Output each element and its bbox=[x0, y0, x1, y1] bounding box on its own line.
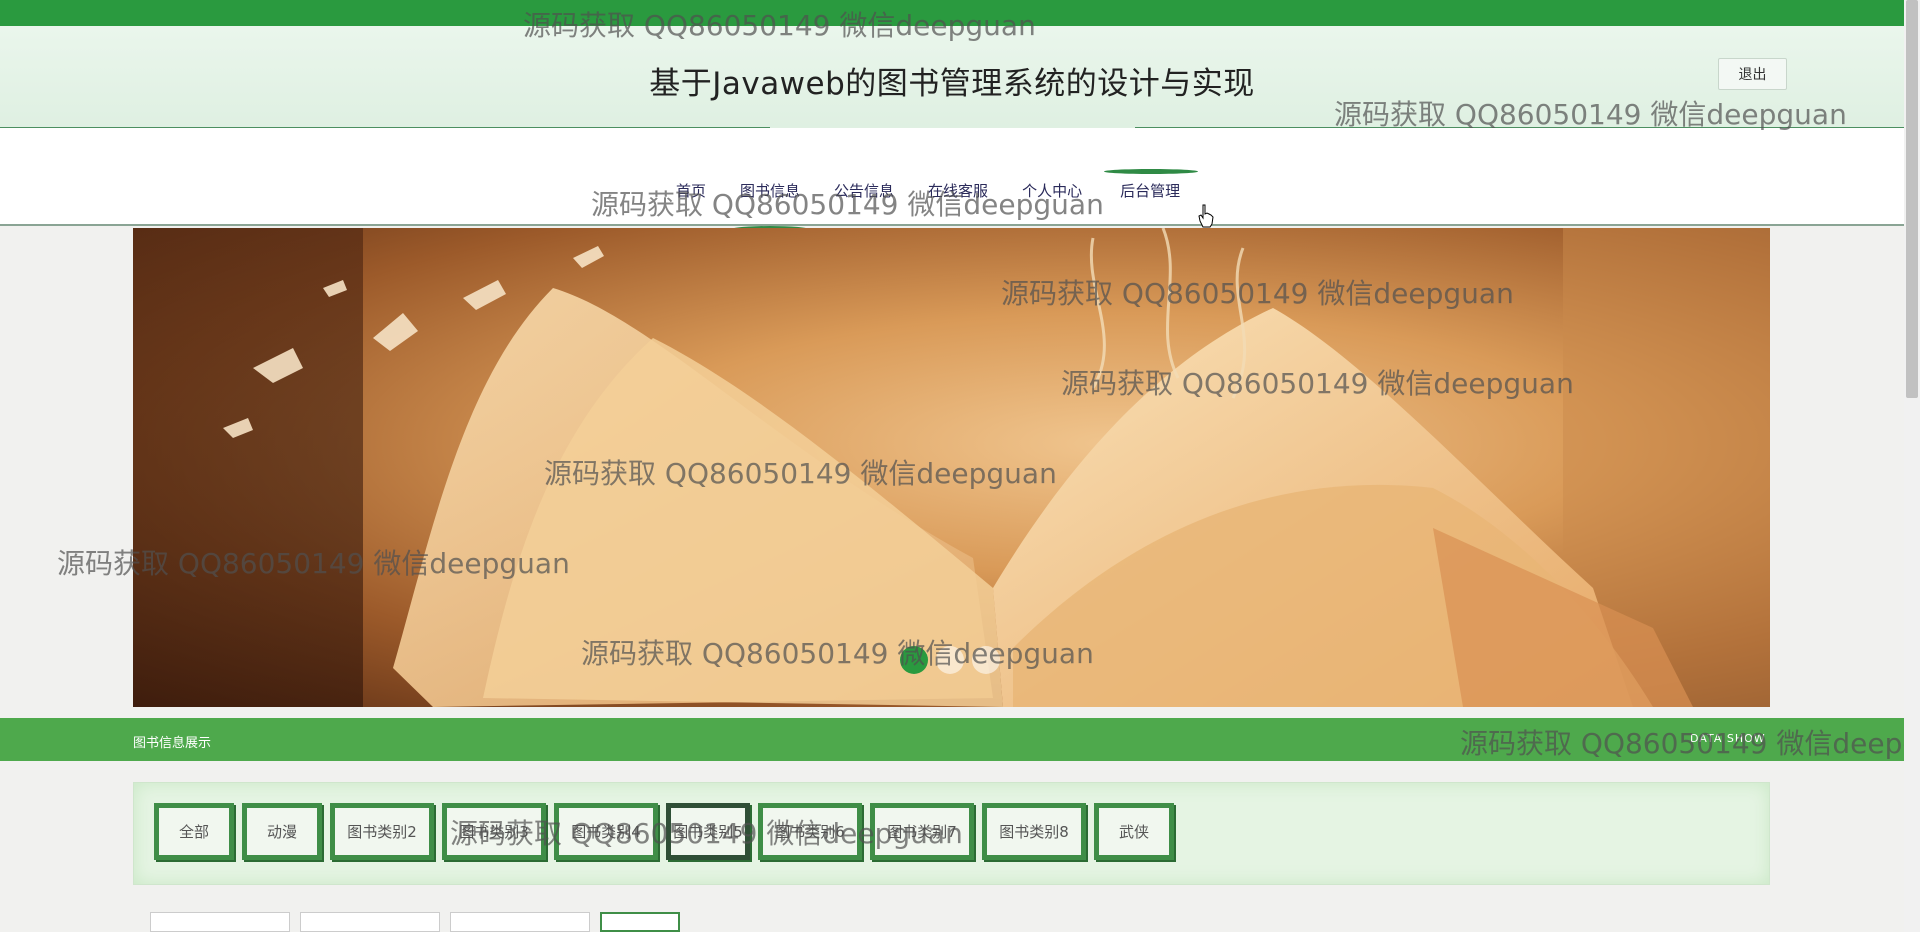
section-header-bar: 图书信息展示 DATA SHOW bbox=[0, 718, 1904, 761]
search-field-2[interactable] bbox=[300, 912, 440, 932]
nav-item-online-service[interactable]: 在线客服 bbox=[928, 180, 988, 201]
nav-item-home[interactable]: 首页 bbox=[676, 180, 706, 201]
category-filter-panel: 全部 动漫 图书类别2 图书类别3 图书类别4 图书类别5 图书类别6 图书类别… bbox=[133, 782, 1770, 885]
nav-item-user-center[interactable]: 个人中心 bbox=[1022, 180, 1082, 201]
category-button[interactable]: 图书类别2 bbox=[330, 803, 434, 860]
nav-item-book-info[interactable]: 图书信息 bbox=[732, 180, 809, 232]
hero-banner[interactable] bbox=[133, 228, 1770, 707]
carousel-dot-3[interactable] bbox=[972, 646, 1000, 674]
nav-item-announcements[interactable]: 公告信息 bbox=[834, 180, 894, 201]
category-button[interactable]: 图书类别6 bbox=[758, 803, 862, 860]
search-field-1[interactable] bbox=[150, 912, 290, 932]
main-nav: 首页 图书信息 公告信息 在线客服 个人中心 后台管理 bbox=[0, 128, 1904, 232]
nav-menu: 首页 图书信息 公告信息 在线客服 个人中心 后台管理 bbox=[676, 169, 1199, 232]
category-button-all[interactable]: 全部 bbox=[154, 803, 234, 860]
section-subtitle: DATA SHOW bbox=[1690, 732, 1766, 745]
carousel-dots bbox=[900, 646, 1000, 674]
category-button[interactable]: 图书类别8 bbox=[982, 803, 1086, 860]
category-list: 全部 动漫 图书类别2 图书类别3 图书类别4 图书类别5 图书类别6 图书类别… bbox=[154, 803, 1174, 860]
nav-item-admin[interactable]: 后台管理 bbox=[1104, 169, 1199, 201]
category-button[interactable]: 图书类别3 bbox=[442, 803, 546, 860]
category-button[interactable]: 武侠 bbox=[1094, 803, 1174, 860]
logout-button[interactable]: 退出 bbox=[1718, 58, 1787, 90]
category-button[interactable]: 动漫 bbox=[242, 803, 322, 860]
category-button[interactable]: 图书类别4 bbox=[554, 803, 658, 860]
category-button[interactable]: 图书类别7 bbox=[870, 803, 974, 860]
top-accent-bar bbox=[0, 0, 1904, 26]
search-button[interactable] bbox=[600, 912, 680, 932]
open-book-illustration bbox=[133, 228, 1770, 707]
section-title: 图书信息展示 bbox=[133, 736, 212, 751]
category-button[interactable]: 图书类别5 bbox=[666, 803, 750, 860]
site-title: 基于Javaweb的图书管理系统的设计与实现 bbox=[649, 66, 1255, 102]
hand-cursor-icon bbox=[1198, 204, 1214, 228]
scrollbar-thumb[interactable] bbox=[1906, 0, 1918, 398]
search-row bbox=[150, 912, 680, 932]
search-field-3[interactable] bbox=[450, 912, 590, 932]
carousel-dot-1[interactable] bbox=[900, 646, 928, 674]
carousel-dot-2[interactable] bbox=[936, 646, 964, 674]
